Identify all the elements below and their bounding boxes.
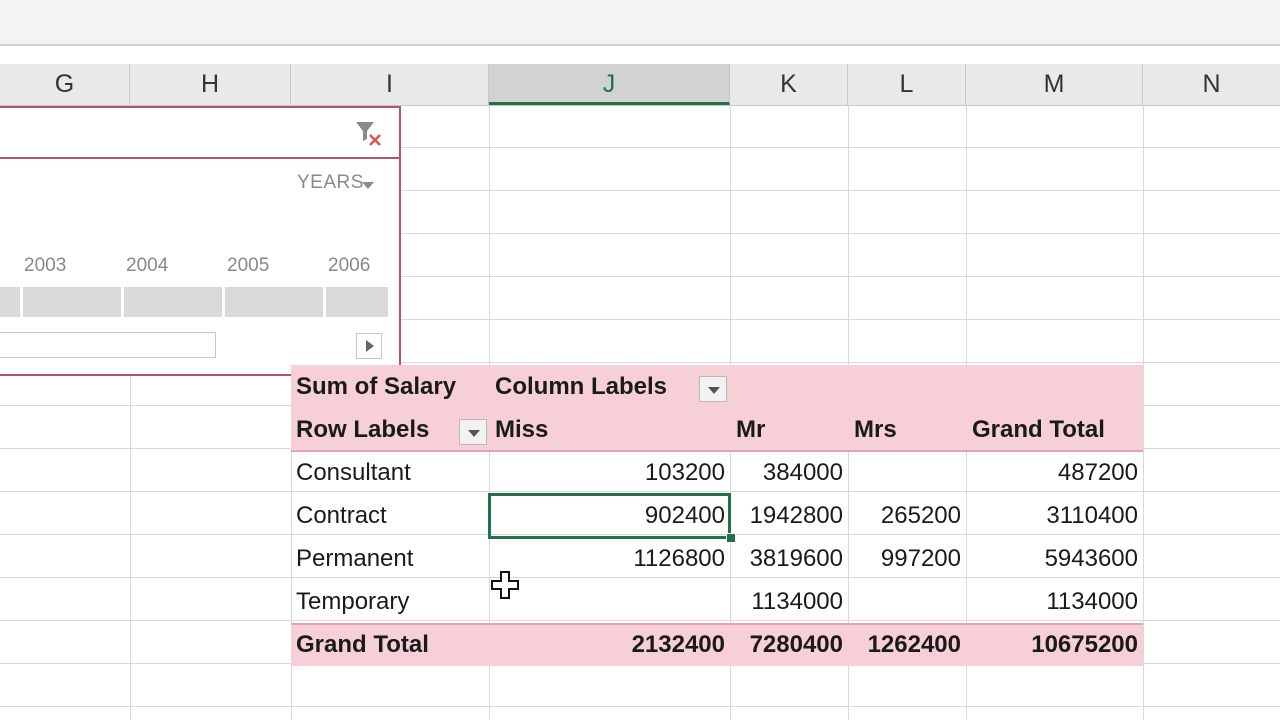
pivot-value-cell[interactable]: 103200 (489, 451, 725, 494)
column-headers: G H I J K L M N (0, 64, 1280, 106)
pivot-value-cell[interactable]: 1126800 (489, 537, 725, 580)
pivot-value-cell[interactable] (848, 580, 961, 623)
active-cell-selection[interactable] (488, 493, 731, 539)
pivot-grand-total-cell[interactable]: 2132400 (489, 623, 725, 666)
pivot-value-cell[interactable]: 487200 (966, 451, 1138, 494)
pivot-value-cell[interactable]: 1134000 (966, 580, 1138, 623)
pivot-grand-total-cell[interactable]: 10675200 (966, 623, 1138, 666)
timeline-header-divider (0, 157, 401, 159)
timeline-scrollbar[interactable] (0, 332, 216, 358)
pivot-grand-total-cell[interactable]: 1262400 (848, 623, 961, 666)
pivot-value-cell[interactable] (489, 580, 725, 623)
pivot-value-cell[interactable]: 5943600 (966, 537, 1138, 580)
column-header-l[interactable]: L (848, 64, 966, 105)
column-header-j[interactable]: J (489, 64, 730, 105)
timeline-period-bar[interactable] (326, 287, 388, 317)
pivot-grand-total-cell[interactable]: 7280400 (730, 623, 843, 666)
pivot-row-labels[interactable]: Row Labels (296, 408, 429, 451)
timeline-year[interactable]: 2006 (328, 255, 370, 277)
pivot-grand-total-label[interactable]: Grand Total (296, 623, 429, 666)
pivot-row-label[interactable]: Temporary (296, 580, 409, 623)
pivot-row-label[interactable]: Contract (296, 494, 387, 537)
timeline-period-bar[interactable] (124, 287, 222, 317)
time-level-dropdown-icon[interactable] (362, 182, 374, 189)
pivot-value-cell[interactable]: 997200 (848, 537, 961, 580)
pivot-column-header[interactable]: Mr (736, 408, 765, 451)
pivot-value-cell[interactable]: 384000 (730, 451, 843, 494)
pivot-value-cell[interactable]: 3110400 (966, 494, 1138, 537)
pivot-row-label[interactable]: Permanent (296, 537, 413, 580)
pivot-value-field[interactable]: Sum of Salary (296, 365, 456, 408)
column-header-n[interactable]: N (1143, 64, 1280, 105)
row-labels-filter-button[interactable] (459, 419, 487, 445)
timeline-slicer[interactable]: YEARS 2003 2004 2005 2006 (0, 106, 401, 376)
timeline-period-bar[interactable] (225, 287, 323, 317)
timeline-year[interactable]: 2003 (24, 255, 66, 277)
ribbon-divider (0, 44, 1280, 46)
column-header-h[interactable]: H (130, 64, 291, 105)
timeline-period-bar[interactable] (0, 287, 20, 317)
column-header-g[interactable]: G (0, 64, 130, 105)
pivot-value-cell[interactable] (848, 451, 961, 494)
clear-filter-icon[interactable] (354, 118, 384, 148)
timeline-year[interactable]: 2004 (126, 255, 168, 277)
column-labels-filter-button[interactable] (699, 376, 727, 402)
time-level-label[interactable]: YEARS (297, 172, 364, 194)
pivot-column-labels[interactable]: Column Labels (495, 365, 667, 408)
timeline-year[interactable]: 2005 (227, 255, 269, 277)
fill-handle[interactable] (726, 533, 736, 543)
scroll-right-icon[interactable] (356, 333, 382, 359)
column-header-m[interactable]: M (966, 64, 1143, 105)
pivot-row-label[interactable]: Consultant (296, 451, 411, 494)
timeline-period-bar[interactable] (23, 287, 121, 317)
ribbon-area (0, 0, 1280, 44)
pivot-value-cell[interactable]: 1134000 (730, 580, 843, 623)
column-header-i[interactable]: I (291, 64, 489, 105)
pivot-value-cell[interactable]: 1942800 (730, 494, 843, 537)
column-header-k[interactable]: K (730, 64, 848, 105)
mouse-cursor-icon (491, 571, 519, 599)
pivot-column-header[interactable]: Miss (495, 408, 548, 451)
pivot-value-cell[interactable]: 265200 (848, 494, 961, 537)
pivot-value-cell[interactable]: 3819600 (730, 537, 843, 580)
pivot-column-header[interactable]: Mrs (854, 408, 897, 451)
pivot-column-header[interactable]: Grand Total (972, 408, 1105, 451)
